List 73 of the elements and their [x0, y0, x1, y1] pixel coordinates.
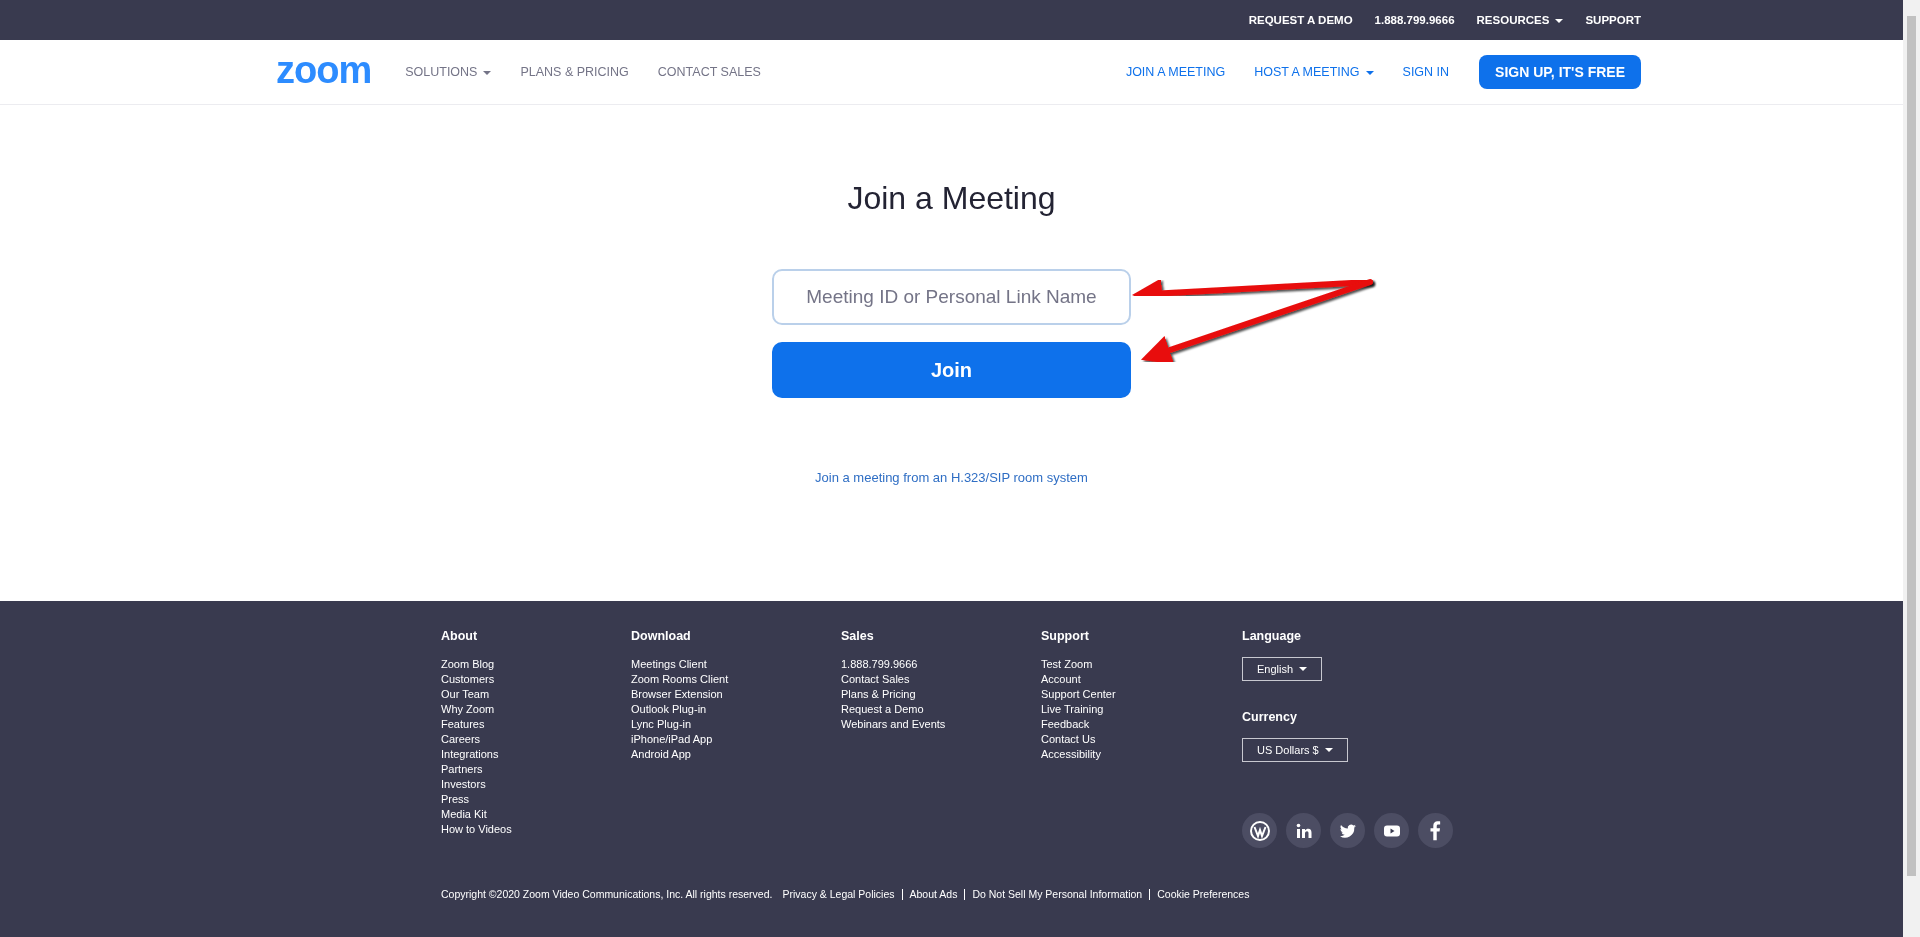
social-button[interactable] [1330, 813, 1365, 848]
footer-link[interactable]: Media Kit [441, 807, 631, 822]
footer-link[interactable]: Support Center [1041, 687, 1242, 702]
footer-link[interactable]: Lync Plug-in [631, 717, 841, 732]
footer-link[interactable]: Investors [441, 777, 631, 792]
footer-link[interactable]: How to Videos [441, 822, 631, 837]
footer-link[interactable]: Our Team [441, 687, 631, 702]
footer-link[interactable]: Live Training [1041, 702, 1242, 717]
footer-link[interactable]: Request a Demo [841, 702, 1041, 717]
join-button[interactable]: Join [772, 342, 1131, 398]
social-button[interactable] [1418, 813, 1453, 848]
footer-link[interactable]: 1.888.799.9666 [841, 657, 1041, 672]
footer-link[interactable]: Outlook Plug-in [631, 702, 841, 717]
footer-link[interactable]: Why Zoom [441, 702, 631, 717]
footer-heading: About [441, 629, 479, 643]
room-system-link[interactable]: Join a meeting from an H.323/SIP room system [815, 470, 1088, 485]
social-button[interactable] [1286, 813, 1321, 848]
footer-link[interactable]: Contact Sales [841, 672, 1041, 687]
top-bar-link[interactable]: SUPPORT [1585, 14, 1641, 26]
footer-heading: Currency [1242, 710, 1298, 724]
footer-link[interactable]: Meetings Client [631, 657, 841, 672]
caret-icon [1299, 667, 1308, 671]
top-bar-link[interactable]: 1.888.799.9666 [1374, 14, 1455, 26]
nav-link[interactable]: HOST A MEETING [1254, 65, 1374, 79]
footer-link[interactable]: Plans & Pricing [841, 687, 1041, 702]
scrollbar[interactable] [1903, 0, 1920, 937]
caret-icon [1365, 70, 1374, 75]
caret-icon [483, 70, 492, 75]
caret-icon [1324, 748, 1333, 752]
footer-link[interactable]: Features [441, 717, 631, 732]
top-bar-link[interactable]: RESOURCES [1476, 14, 1564, 26]
caret-icon [1555, 18, 1564, 23]
nav-link[interactable]: JOIN A MEETING [1125, 65, 1226, 79]
social-button[interactable] [1374, 813, 1409, 848]
legal-link[interactable]: About Ads [901, 888, 965, 900]
page-title: Join a Meeting [847, 180, 1056, 217]
footer-heading: Language [1242, 629, 1303, 643]
legal-link[interactable]: Cookie Preferences [1149, 888, 1257, 900]
copyright-text: Copyright ©2020 Zoom Video Communications, Inc. All rights reserved. [441, 888, 773, 900]
wordpress-icon [1247, 818, 1272, 843]
sign-up-button[interactable]: SIGN UP, IT'S FREE [1479, 55, 1641, 89]
footer-link[interactable]: Zoom Rooms Client [631, 672, 841, 687]
currency-dropdown[interactable]: US Dollars $ [1242, 738, 1348, 762]
facebook-icon [1430, 820, 1441, 841]
nav-link[interactable]: SIGN IN [1402, 65, 1450, 79]
footer-link[interactable]: Account [1041, 672, 1242, 687]
meeting-id-field[interactable]: Meeting ID or Personal Link Name [772, 269, 1131, 325]
language-dropdown[interactable]: English [1242, 657, 1323, 681]
nav-link[interactable]: CONTACT SALES [657, 65, 761, 79]
footer-link[interactable]: Contact Us [1041, 732, 1242, 747]
footer-link[interactable]: Customers [441, 672, 631, 687]
legal-link[interactable]: Do Not Sell My Personal Information [964, 888, 1150, 900]
footer-link[interactable]: Integrations [441, 747, 631, 762]
legal-link[interactable]: Privacy & Legal Policies [782, 888, 902, 900]
footer-link[interactable]: Webinars and Events [841, 717, 1041, 732]
footer-link[interactable]: Press [441, 792, 631, 807]
footer-link[interactable]: Android App [631, 747, 841, 762]
nav-link[interactable]: PLANS & PRICING [520, 65, 629, 79]
footer-link[interactable]: Browser Extension [631, 687, 841, 702]
footer-link[interactable]: Zoom Blog [441, 657, 631, 672]
footer-heading: Support [1041, 629, 1090, 643]
footer-link[interactable]: iPhone/iPad App [631, 732, 841, 747]
footer-link[interactable]: Test Zoom [1041, 657, 1242, 672]
footer-link[interactable]: Partners [441, 762, 631, 777]
footer-link[interactable]: Accessibility [1041, 747, 1242, 762]
scrollbar-thumb[interactable] [1907, 16, 1916, 876]
footer-heading: Download [631, 629, 692, 643]
top-bar-link[interactable]: REQUEST A DEMO [1248, 14, 1353, 26]
footer-link[interactable]: Feedback [1041, 717, 1242, 732]
footer-heading: Sales [841, 629, 875, 643]
social-button[interactable] [1242, 813, 1277, 848]
footer-link[interactable]: Careers [441, 732, 631, 747]
nav-link[interactable]: SOLUTIONS [405, 65, 492, 79]
